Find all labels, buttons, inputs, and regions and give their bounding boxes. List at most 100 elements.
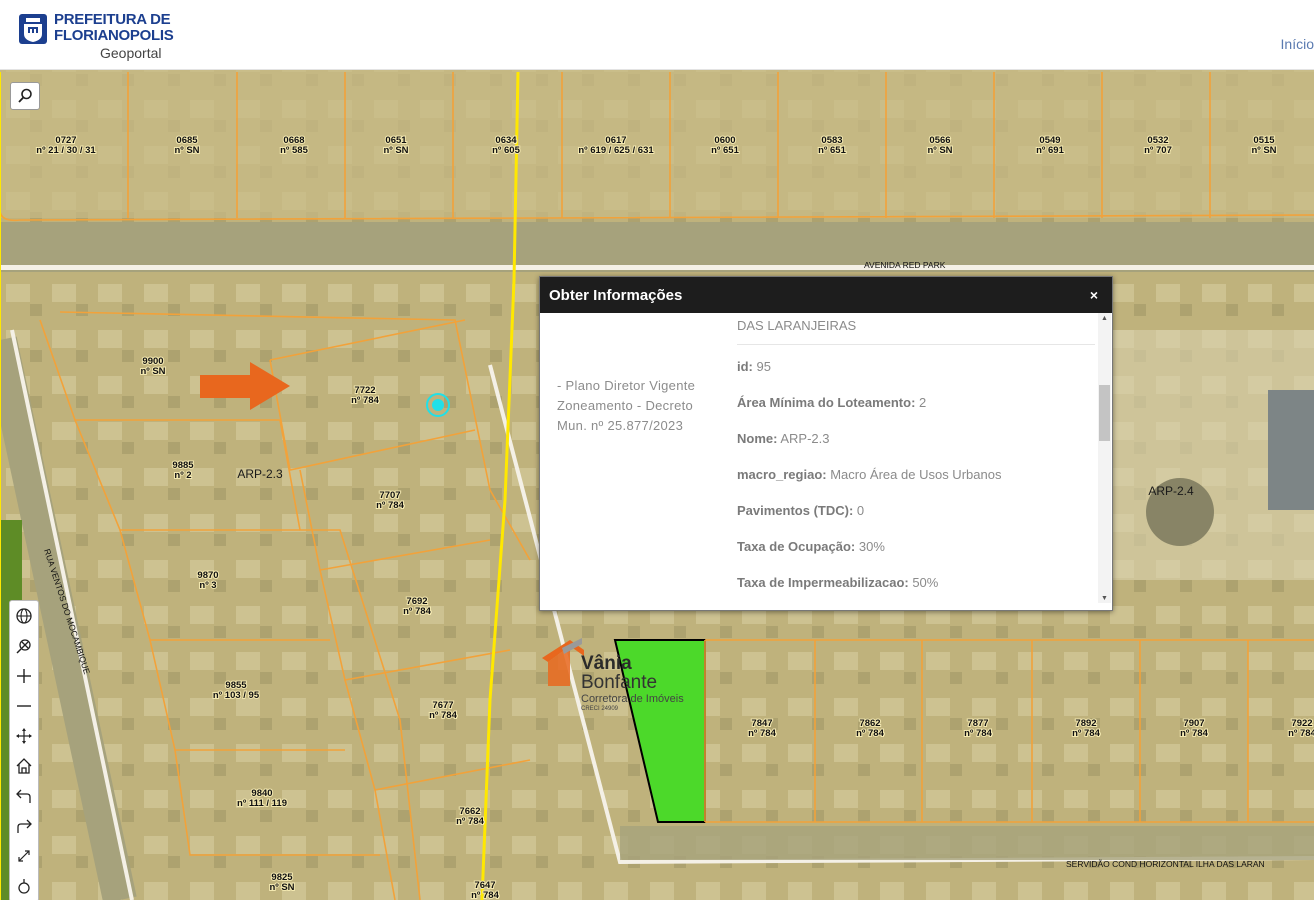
lot-number-label: nº SN	[927, 145, 952, 156]
attribute-value: 0	[853, 503, 865, 518]
lot-number-label: nº 651	[711, 145, 739, 156]
watermark-name-bold: Vânia	[581, 653, 632, 674]
attribute-key: Pavimentos (TDC):	[737, 503, 854, 518]
popup-close-button[interactable]: ×	[1090, 287, 1098, 303]
back-button[interactable]	[10, 781, 38, 811]
back-icon	[16, 789, 31, 803]
scroll-up-arrow-icon[interactable]: ▲	[1101, 315, 1108, 322]
lot-number-label: nº 784	[748, 728, 776, 739]
attribute-key: Taxa de Impermeabilizacao:	[737, 575, 909, 590]
lot-number-label: nº SN	[269, 882, 294, 893]
watermark-creci: CRECI 24909	[581, 706, 619, 712]
pan-button[interactable]	[10, 721, 38, 751]
zoom-in-button[interactable]	[10, 661, 38, 691]
map-view[interactable]: 0727 nº 21 / 30 / 31 0685 nº SN 0668 nº 585 06…	[0, 70, 1314, 900]
zoom-out-icon	[17, 705, 31, 707]
zone-label: ARP-2.4	[1148, 484, 1194, 498]
forward-icon	[17, 819, 32, 833]
lot-number-label: nº 3	[199, 580, 216, 591]
nav-home-link[interactable]: Início	[1281, 36, 1314, 52]
lot-number-label: nº 21 / 30 / 31	[36, 145, 96, 156]
home-button[interactable]	[10, 751, 38, 781]
attribute-value: ARP-2.3	[777, 431, 830, 446]
map-search-button[interactable]	[10, 82, 40, 110]
street-label-servidao: SERVIDÃO COND HORIZONTAL ILHA DAS LARAN	[1066, 859, 1265, 869]
popup-scrollbar[interactable]: ▲ ▼	[1098, 313, 1111, 603]
fullscreen-icon	[18, 850, 30, 862]
lot-number-label: nº 651	[818, 145, 846, 156]
lot-number-label: nº 784	[1288, 728, 1314, 739]
popup-body[interactable]: - Plano Diretor Vigente Zoneamento - Dec…	[540, 313, 1112, 610]
brand-line-3: Geoportal	[100, 45, 162, 61]
attribute-row: Pavimentos (TDC): 0	[737, 503, 1095, 539]
watermark-subtitle: Corretora de Imóveis	[581, 693, 684, 705]
attribute-row: Taxa de Impermeabilizacao: 50%	[737, 575, 1095, 610]
attribute-value: Macro Área de Usos Urbanos	[826, 467, 1002, 482]
home-icon	[16, 758, 32, 774]
lot-number-label: nº 784	[376, 500, 404, 511]
lot-number-label: nº 784	[456, 816, 484, 827]
attribute-row: macro_regiao: Macro Área de Usos Urbanos	[737, 467, 1095, 503]
header: PREFEITURA DE FLORIANOPOLIS Geoportal In…	[0, 0, 1314, 70]
clear-selection-button[interactable]	[10, 631, 38, 661]
attribute-row: Nome: ARP-2.3	[737, 431, 1095, 467]
zone-label: ARP-2.3	[237, 467, 283, 481]
attribute-value: 30%	[855, 539, 885, 554]
scroll-thumb[interactable]	[1099, 385, 1110, 441]
previous-feature-row: Nome Logradouro: SERVIDAO COND HORIZONTA…	[737, 313, 1095, 345]
attribute-key: Taxa de Ocupação:	[737, 539, 856, 554]
city-crest-icon	[19, 14, 47, 44]
lot-number-label: nº SN	[140, 366, 165, 377]
lot-number-label: nº 103 / 95	[213, 690, 260, 701]
forward-button[interactable]	[10, 811, 38, 841]
attribute-key: macro_regiao:	[737, 467, 827, 482]
attribute-key: id:	[737, 359, 753, 374]
pan-icon	[16, 728, 32, 744]
house-logo-icon	[542, 638, 584, 686]
locate-button[interactable]	[10, 871, 38, 900]
prefeitura-logo[interactable]: PREFEITURA DE FLORIANOPOLIS Geoportal	[18, 12, 174, 61]
scroll-down-arrow-icon[interactable]: ▼	[1101, 595, 1108, 602]
lot-number-label: nº 784	[429, 710, 457, 721]
locate-icon	[18, 879, 30, 894]
lot-number-label: nº 784	[403, 606, 431, 617]
clear-selection-icon	[16, 639, 31, 654]
lot-number-label: nº 784	[964, 728, 992, 739]
globe-button[interactable]	[10, 601, 38, 631]
brand-line-2: FLORIANOPOLIS	[54, 27, 174, 44]
lot-number-label: nº SN	[383, 145, 408, 156]
popup-header: Obter Informações ×	[540, 277, 1112, 313]
lot-number-label: nº 2	[174, 470, 191, 481]
fullscreen-button[interactable]	[10, 841, 38, 871]
attribute-value: 50%	[908, 575, 939, 590]
lot-number-label: nº 691	[1036, 145, 1064, 156]
lot-number-label: nº 605	[492, 145, 520, 156]
attribute-key: Área Mínima do Loteamento:	[737, 395, 916, 410]
zoom-in-icon	[17, 669, 31, 683]
attribute-key: Nome:	[737, 431, 778, 446]
lot-number-label: nº 784	[1072, 728, 1100, 739]
lot-number-label: nº 707	[1144, 145, 1172, 156]
realtor-watermark: Vânia Bonfante Corretora de Imóveis CREC…	[540, 636, 700, 716]
attribute-value: 2	[915, 395, 927, 410]
lot-number-label: nº 585	[280, 145, 308, 156]
attribute-row: Área Mínima do Loteamento: 2	[737, 395, 1095, 431]
attribute-row: id: 95	[737, 359, 1095, 395]
map-toolbar	[9, 600, 39, 900]
popup-attributes: Nome Logradouro: SERVIDAO COND HORIZONTA…	[737, 313, 1095, 610]
globe-icon	[16, 608, 32, 624]
street-label-avenida: AVENIDA RED PARK	[864, 260, 946, 270]
zoom-out-button[interactable]	[10, 691, 38, 721]
lot-number-label: nº 784	[856, 728, 884, 739]
lot-number-label: nº 784	[471, 890, 499, 900]
popup-layer-name: - Plano Diretor Vigente Zoneamento - Dec…	[557, 378, 696, 433]
info-popup: Obter Informações × - Plano Diretor Vige…	[539, 276, 1113, 611]
lot-number-label: nº 111 / 119	[237, 798, 287, 809]
attribute-value: 95	[752, 359, 771, 374]
search-icon	[18, 88, 32, 103]
lot-number-label: nº 784	[351, 395, 379, 406]
watermark-name-rest: Bonfante	[581, 672, 658, 693]
lot-number-label: nº SN	[1251, 145, 1276, 156]
popup-title: Obter Informações	[549, 286, 683, 304]
attribute-row: Taxa de Ocupação: 30%	[737, 539, 1095, 575]
